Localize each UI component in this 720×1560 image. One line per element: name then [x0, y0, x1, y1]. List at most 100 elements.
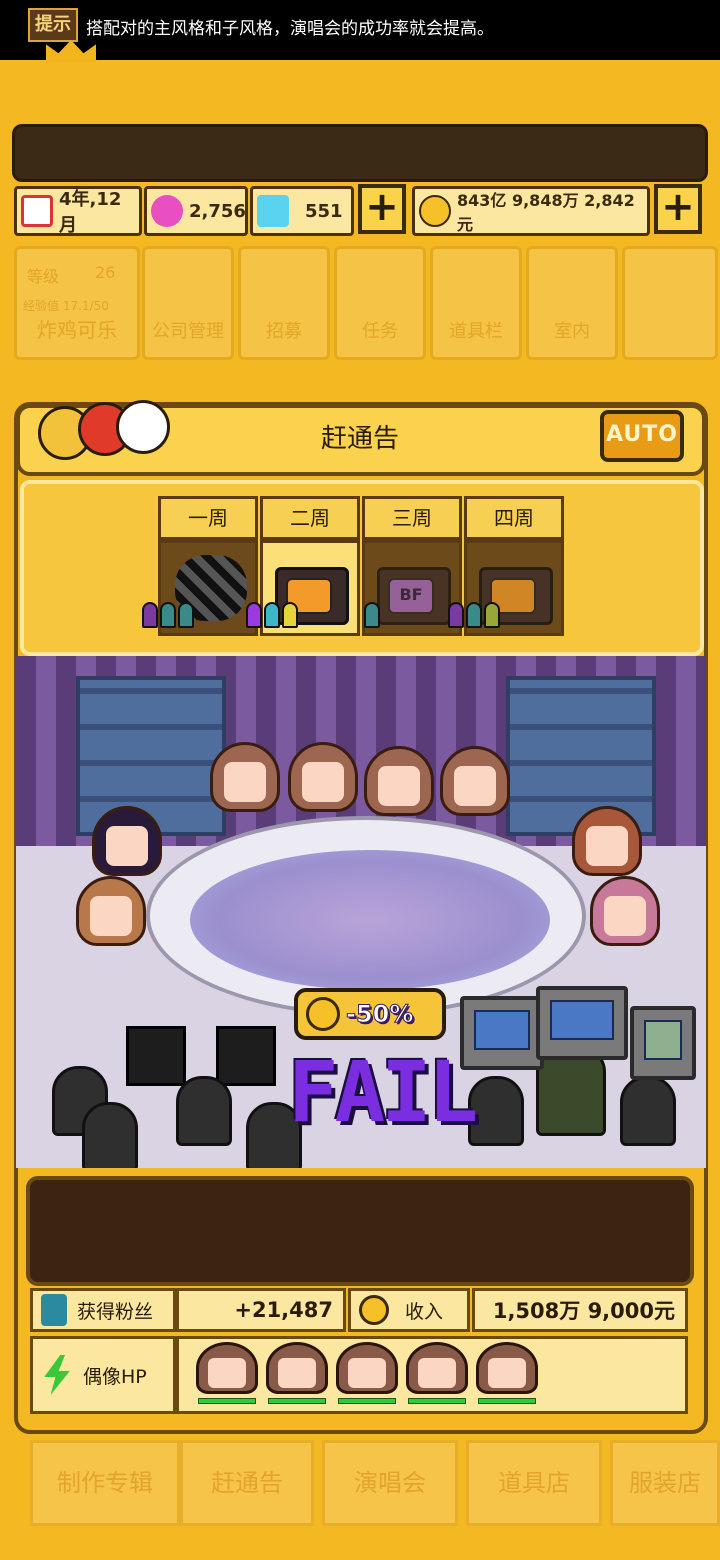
gems-text: 2,756 — [189, 200, 246, 222]
income-value-cell: 1,508万 9,000元 — [472, 1288, 688, 1332]
idol-character — [440, 746, 510, 826]
fan-icon — [41, 1294, 67, 1326]
pink-gem-icon — [151, 195, 183, 227]
penalty-badge: -50% — [294, 988, 446, 1040]
bg-menu-mail — [622, 246, 718, 360]
tv-icon: BF — [377, 567, 451, 625]
bg-menu-company-label: 公司管理 — [152, 321, 224, 342]
week-1-idols — [142, 602, 194, 636]
camera-icon — [216, 1026, 276, 1086]
crew-member — [620, 1076, 676, 1146]
idol-hp-avatar — [266, 1342, 328, 1406]
bg-menu-inventory: 道具栏 — [430, 246, 522, 360]
bg-menu-recruit-label: 招募 — [266, 321, 302, 342]
idol-character — [210, 742, 280, 822]
guest-character — [92, 806, 162, 886]
bg-menu-company: 公司管理 — [142, 246, 234, 360]
nav-concert[interactable]: 演唱会 — [322, 1440, 458, 1526]
message-box — [26, 1176, 694, 1286]
hp-bar — [408, 1398, 466, 1404]
bf-screen: BF — [388, 578, 434, 614]
income-value: 1,508万 9,000元 — [492, 1299, 675, 1323]
bg-menu-interior: 室内 — [526, 246, 618, 360]
bg-level-label: 等级 — [27, 267, 60, 286]
idol-hp-avatar — [196, 1342, 258, 1406]
calendar-icon — [21, 195, 53, 227]
idol-figure-icon — [178, 602, 194, 628]
tip-bar — [12, 124, 708, 182]
idol-figure-icon — [160, 602, 176, 628]
week-2-idols — [246, 602, 298, 636]
hp-bar — [268, 1398, 326, 1404]
money-display: 843亿 9,848万 2,842元 — [412, 186, 650, 236]
hp-label-cell: 偶像HP — [30, 1336, 176, 1414]
fans-value: +21,487 — [234, 1298, 333, 1322]
week-4-idols — [448, 602, 500, 636]
host-character — [76, 876, 146, 956]
tab-week-4[interactable]: 四周 — [464, 496, 564, 540]
idol-hp-avatar — [336, 1342, 398, 1406]
bg-exp-label: 经验值 17.1/50 — [23, 299, 109, 313]
nav-costume-shop[interactable]: 服装店 — [610, 1440, 720, 1526]
idol-figure-icon — [282, 602, 298, 628]
bg-menu-tasks-label: 任务 — [362, 321, 398, 342]
diamonds-display: 551 — [250, 186, 354, 236]
coin-icon — [306, 997, 340, 1031]
tab-week-2[interactable]: 二周 — [260, 496, 360, 540]
nav-make-album[interactable]: 制作专辑 — [30, 1440, 180, 1526]
hp-bar — [478, 1398, 536, 1404]
guest-character — [590, 876, 660, 956]
nav-item-shop[interactable]: 道具店 — [466, 1440, 602, 1526]
fans-value-cell: +21,487 — [176, 1288, 346, 1332]
bg-company-name: 炸鸡可乐 — [37, 318, 117, 342]
guest-character — [572, 806, 642, 886]
tab-week-1[interactable]: 一周 — [158, 496, 258, 540]
fans-label-cell: 获得粉丝 — [30, 1288, 176, 1332]
week-3-idols — [364, 602, 380, 636]
diamond-icon — [257, 195, 289, 227]
add-diamonds-button[interactable]: + — [358, 184, 406, 234]
coin-icon — [419, 195, 451, 227]
idol-character — [288, 742, 358, 822]
tip-text: 搭配对的主风格和子风格，演唱会的成功率就会提高。 — [86, 19, 494, 39]
lightning-icon — [44, 1355, 70, 1395]
camera-icon — [126, 1026, 186, 1086]
income-label-cell: 收入 — [348, 1288, 470, 1332]
studio-table — [146, 816, 586, 1016]
idol-figure-icon — [246, 602, 262, 628]
idol-figure-icon — [364, 602, 380, 628]
nav-schedule[interactable]: 赶通告 — [180, 1440, 314, 1526]
hp-label: 偶像HP — [83, 1365, 147, 1388]
crew-member — [176, 1076, 232, 1146]
idol-figure-icon — [142, 602, 158, 628]
idol-hp-avatar — [476, 1342, 538, 1406]
hp-bar — [198, 1398, 256, 1404]
tab-week-3[interactable]: 三周 — [362, 496, 462, 540]
bg-menu-tasks: 任务 — [334, 246, 426, 360]
bg-level-value: 26 — [95, 263, 116, 282]
money-text: 843亿 9,848万 2,842元 — [457, 191, 635, 234]
table-top — [190, 850, 550, 990]
idol-hp-avatar — [406, 1342, 468, 1406]
fail-text: FAIL — [288, 1043, 478, 1141]
idol-figure-icon — [484, 602, 500, 628]
date-text: 4年,12月 — [59, 189, 122, 236]
diamonds-text: 551 — [305, 200, 343, 222]
crew-member — [82, 1102, 138, 1168]
monitor-icon — [536, 986, 628, 1060]
auto-button[interactable]: AUTO — [600, 410, 684, 462]
bg-menu-interior-label: 室内 — [554, 321, 590, 342]
bg-menu-recruit: 招募 — [238, 246, 330, 360]
idol-figure-icon — [466, 602, 482, 628]
tip-badge: 提示 — [28, 8, 78, 42]
hp-bar — [338, 1398, 396, 1404]
idol-figure-icon — [264, 602, 280, 628]
income-label: 收入 — [405, 1300, 444, 1323]
fans-label: 获得粉丝 — [77, 1300, 154, 1323]
penalty-text: -50% — [345, 1000, 414, 1029]
idol-character — [364, 746, 434, 826]
date-display: 4年,12月 — [14, 186, 142, 236]
monitor-icon — [630, 1006, 696, 1080]
add-money-button[interactable]: + — [654, 184, 702, 234]
bg-menu-inventory-label: 道具栏 — [449, 321, 503, 342]
